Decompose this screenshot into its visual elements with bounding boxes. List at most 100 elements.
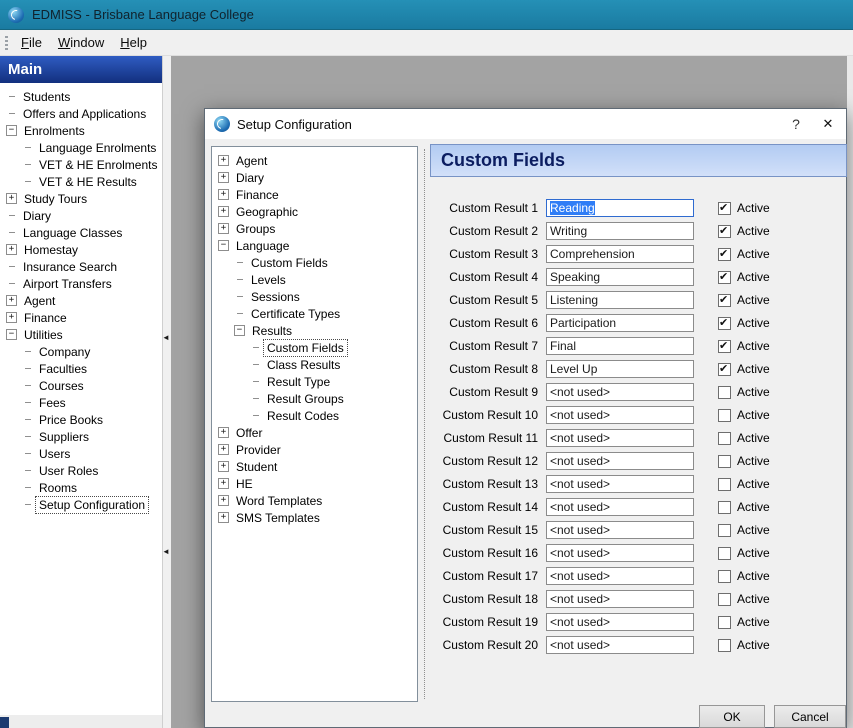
help-button[interactable]: ? [780,110,812,138]
tree-item[interactable]: Language [212,237,417,254]
close-button[interactable]: ✕ [812,110,844,138]
custom-result-input[interactable]: Participation [546,314,694,332]
expand-icon[interactable] [218,461,229,472]
active-checkbox[interactable] [718,524,731,537]
tree-item[interactable]: Result Groups [212,390,417,407]
tree-item[interactable]: Certificate Types [212,305,417,322]
custom-result-input[interactable]: <not used> [546,406,694,424]
tree-item[interactable]: Groups [212,220,417,237]
expand-icon[interactable] [218,223,229,234]
custom-result-input[interactable]: <not used> [546,452,694,470]
sidebar-item[interactable]: Utilities [0,326,162,343]
expand-icon[interactable] [6,312,17,323]
active-checkbox[interactable] [718,570,731,583]
active-checkbox[interactable] [718,616,731,629]
expand-icon[interactable] [218,189,229,200]
sidebar-item[interactable]: Diary [0,207,162,224]
custom-result-input[interactable]: <not used> [546,636,694,654]
menu-help[interactable]: Help [112,33,155,53]
expand-icon[interactable] [218,206,229,217]
menu-window[interactable]: Window [50,33,112,53]
active-checkbox[interactable] [718,294,731,307]
custom-result-input[interactable]: <not used> [546,498,694,516]
active-checkbox[interactable] [718,363,731,376]
active-checkbox[interactable] [718,225,731,238]
custom-result-input[interactable]: <not used> [546,613,694,631]
sidebar-item[interactable]: Language Enrolments [0,139,162,156]
active-checkbox[interactable] [718,593,731,606]
sidebar-item[interactable]: Finance [0,309,162,326]
sidebar-item[interactable]: Students [0,88,162,105]
expand-icon[interactable] [6,193,17,204]
tree-item[interactable]: Provider [212,441,417,458]
sidebar-item[interactable]: Fees [0,394,162,411]
custom-result-input[interactable]: <not used> [546,429,694,447]
collapse-arrow-icon[interactable]: ◄ [162,548,170,556]
tree-item[interactable]: Sessions [212,288,417,305]
collapse-icon[interactable] [234,325,245,336]
tree-item[interactable]: Geographic [212,203,417,220]
tree-item[interactable]: Custom Fields [212,254,417,271]
sidebar-item[interactable]: Homestay [0,241,162,258]
tree-item[interactable]: Word Templates [212,492,417,509]
custom-result-input[interactable]: Listening [546,291,694,309]
tree-item[interactable]: Finance [212,186,417,203]
sidebar-item[interactable]: User Roles [0,462,162,479]
custom-result-input[interactable]: <not used> [546,521,694,539]
sidebar-item[interactable]: Users [0,445,162,462]
active-checkbox[interactable] [718,409,731,422]
tree-item[interactable]: Diary [212,169,417,186]
sidebar-item[interactable]: Study Tours [0,190,162,207]
ok-button[interactable]: OK [699,705,765,728]
sidebar-item[interactable]: Setup Configuration [0,496,162,513]
expand-icon[interactable] [6,244,17,255]
sidebar-item[interactable]: VET & HE Enrolments [0,156,162,173]
tree-item[interactable]: Agent [212,152,417,169]
tree-item[interactable]: Results [212,322,417,339]
sidebar-item[interactable]: Price Books [0,411,162,428]
tree-item[interactable]: SMS Templates [212,509,417,526]
custom-result-input[interactable]: Reading [546,199,694,217]
sidebar-item[interactable]: Suppliers [0,428,162,445]
sidebar-item[interactable]: VET & HE Results [0,173,162,190]
tree-item[interactable]: Result Codes [212,407,417,424]
custom-result-input[interactable]: <not used> [546,567,694,585]
sidebar-item[interactable]: Rooms [0,479,162,496]
expand-icon[interactable] [218,495,229,506]
active-checkbox[interactable] [718,317,731,330]
expand-icon[interactable] [218,172,229,183]
collapse-icon[interactable] [6,329,17,340]
tree-item[interactable]: Levels [212,271,417,288]
active-checkbox[interactable] [718,639,731,652]
expand-icon[interactable] [218,478,229,489]
tree-item[interactable]: Result Type [212,373,417,390]
custom-result-input[interactable]: <not used> [546,544,694,562]
active-checkbox[interactable] [718,501,731,514]
active-checkbox[interactable] [718,202,731,215]
dialog-title-bar[interactable]: Setup Configuration ? ✕ [205,109,846,139]
sidebar-item[interactable]: Offers and Applications [0,105,162,122]
sidebar-splitter[interactable]: ◄ ◄ [162,56,171,728]
active-checkbox[interactable] [718,271,731,284]
active-checkbox[interactable] [718,248,731,261]
collapse-icon[interactable] [218,240,229,251]
expand-icon[interactable] [6,295,17,306]
sidebar-item[interactable]: Courses [0,377,162,394]
active-checkbox[interactable] [718,478,731,491]
custom-result-input[interactable]: Comprehension [546,245,694,263]
expand-icon[interactable] [218,155,229,166]
menu-file[interactable]: File [13,33,50,53]
sidebar-item[interactable]: Faculties [0,360,162,377]
expand-icon[interactable] [218,444,229,455]
tree-item[interactable]: Class Results [212,356,417,373]
sidebar-item[interactable]: Enrolments [0,122,162,139]
tree-item[interactable]: Student [212,458,417,475]
active-checkbox[interactable] [718,432,731,445]
collapse-arrow-icon[interactable]: ◄ [162,334,170,342]
sidebar-item[interactable]: Airport Transfers [0,275,162,292]
sidebar-item[interactable]: Language Classes [0,224,162,241]
custom-result-input[interactable]: <not used> [546,383,694,401]
custom-result-input[interactable]: Final [546,337,694,355]
custom-result-input[interactable]: <not used> [546,475,694,493]
custom-result-input[interactable]: Writing [546,222,694,240]
